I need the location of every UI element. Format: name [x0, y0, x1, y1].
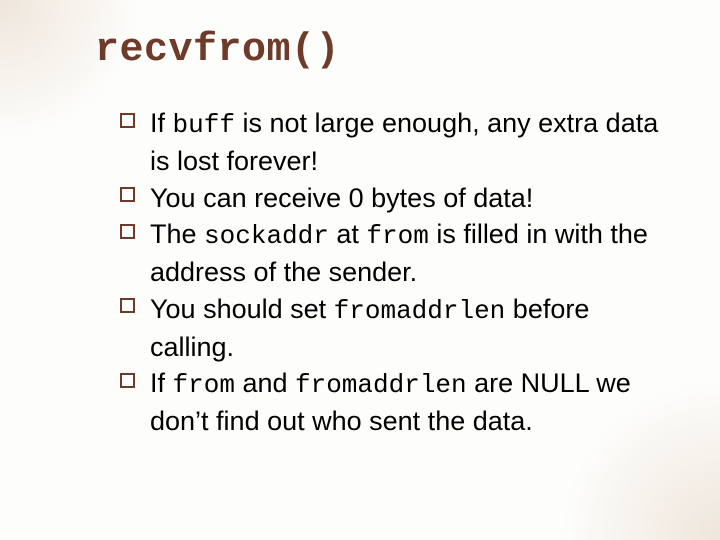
code-run: fromaddrlen — [334, 296, 506, 326]
bullet-text: If from and fromaddrlen are NULL we don’… — [150, 368, 631, 436]
square-bullet-icon — [120, 373, 135, 388]
text-run: You should set — [150, 294, 334, 324]
code-run: from — [366, 221, 428, 251]
bullet-item: You should set fromaddrlen before callin… — [120, 291, 660, 366]
bullet-text: You can receive 0 bytes of data! — [150, 183, 533, 213]
text-run: and — [235, 368, 295, 398]
bullet-text: The sockaddr at from is filled in with t… — [150, 219, 648, 287]
text-run: The — [150, 219, 204, 249]
bullet-item: If from and fromaddrlen are NULL we don’… — [120, 365, 660, 440]
slide-title: recvfrom() — [95, 28, 340, 73]
text-run: If — [150, 108, 173, 138]
square-bullet-icon — [120, 298, 135, 313]
square-bullet-icon — [120, 113, 135, 128]
bullet-item: If buff is not large enough, any extra d… — [120, 105, 660, 180]
bullet-item: The sockaddr at from is filled in with t… — [120, 216, 660, 291]
bullet-text: You should set fromaddrlen before callin… — [150, 294, 589, 362]
square-bullet-icon — [120, 187, 135, 202]
square-bullet-icon — [120, 224, 135, 239]
code-run: buff — [173, 110, 235, 140]
slide: recvfrom() If buff is not large enough, … — [0, 0, 720, 540]
bullet-item: You can receive 0 bytes of data! — [120, 180, 660, 216]
bullet-text: If buff is not large enough, any extra d… — [150, 108, 658, 176]
text-run: If — [150, 368, 173, 398]
code-run: from — [173, 370, 235, 400]
code-run: sockaddr — [204, 221, 329, 251]
slide-body: If buff is not large enough, any extra d… — [120, 105, 660, 440]
text-run: at — [329, 219, 367, 249]
code-run: fromaddrlen — [295, 370, 467, 400]
